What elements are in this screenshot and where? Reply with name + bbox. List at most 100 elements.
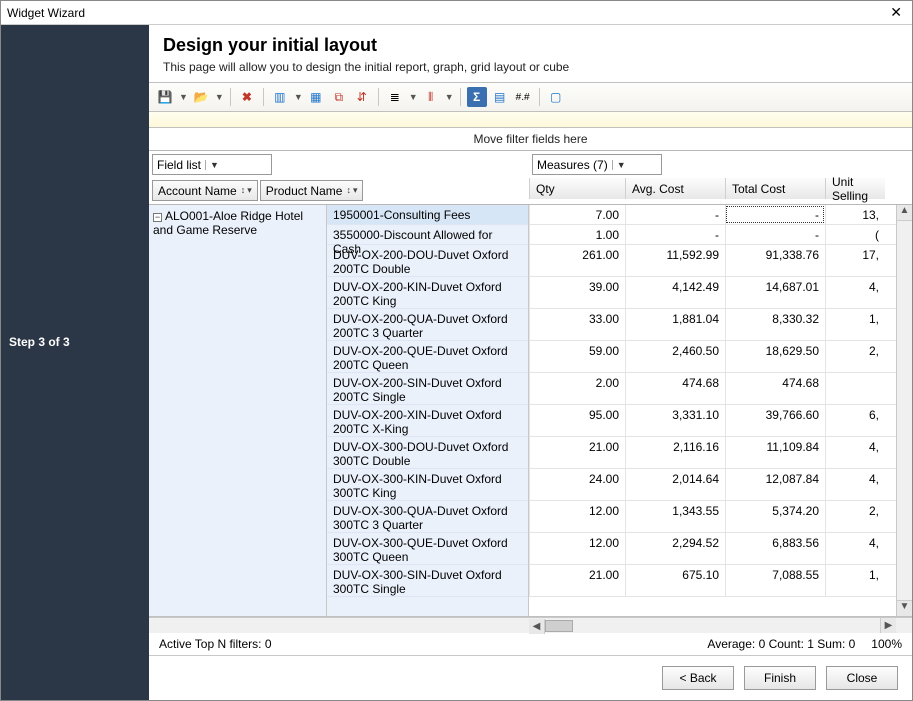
- cell-qty[interactable]: 59.00: [529, 341, 625, 372]
- save-dropdown-icon[interactable]: ▼: [178, 92, 188, 102]
- column-header-total-cost[interactable]: Total Cost: [725, 178, 825, 199]
- scroll-right-icon[interactable]: ▶: [880, 618, 896, 633]
- cell-avg[interactable]: 474.68: [625, 373, 725, 404]
- cell-tot[interactable]: 39,766.60: [725, 405, 825, 436]
- product-cell[interactable]: DUV-OX-300-SIN-Duvet Oxford 300TC Single: [327, 565, 528, 597]
- product-cell[interactable]: 1950001-Consulting Fees: [327, 205, 528, 225]
- grid-icon[interactable]: ▤: [490, 87, 510, 107]
- cell-avg[interactable]: 1,881.04: [625, 309, 725, 340]
- column-header-unit-selling[interactable]: Unit Selling: [825, 178, 885, 199]
- product-cell[interactable]: DUV-OX-300-QUE-Duvet Oxford 300TC Queen: [327, 533, 528, 565]
- cell-sell[interactable]: 4,: [825, 437, 885, 468]
- cell-qty[interactable]: 2.00: [529, 373, 625, 404]
- measures-combo[interactable]: Measures (7) ▼: [532, 154, 662, 175]
- cell-tot[interactable]: 14,687.01: [725, 277, 825, 308]
- layout-a-dropdown-icon[interactable]: ▼: [293, 92, 303, 102]
- decimal-icon[interactable]: #.#: [513, 87, 533, 107]
- back-button[interactable]: < Back: [662, 666, 734, 690]
- scroll-thumb[interactable]: [545, 620, 573, 632]
- cell-tot[interactable]: 5,374.20: [725, 501, 825, 532]
- cell-qty[interactable]: 1.00: [529, 225, 625, 244]
- sort-icon[interactable]: ↕: [346, 185, 351, 196]
- delete-icon[interactable]: ✖: [237, 87, 257, 107]
- cell-qty[interactable]: 21.00: [529, 437, 625, 468]
- column-header-avg-cost[interactable]: Avg. Cost: [625, 178, 725, 199]
- scroll-down-icon[interactable]: ▼: [897, 600, 912, 616]
- scroll-left-icon[interactable]: ◀: [529, 619, 545, 634]
- cell-avg[interactable]: 1,343.55: [625, 501, 725, 532]
- product-cell[interactable]: 3550000-Discount Allowed for Cash: [327, 225, 528, 245]
- sort-icon[interactable]: ↕: [241, 185, 246, 196]
- cell-avg[interactable]: 11,592.99: [625, 245, 725, 276]
- product-cell[interactable]: DUV-OX-200-DOU-Duvet Oxford 200TC Double: [327, 245, 528, 277]
- cell-tot[interactable]: 18,629.50: [725, 341, 825, 372]
- product-cell[interactable]: DUV-OX-200-QUE-Duvet Oxford 200TC Queen: [327, 341, 528, 373]
- product-cell[interactable]: DUV-OX-300-QUA-Duvet Oxford 300TC 3 Quar…: [327, 501, 528, 533]
- row-field-product-name[interactable]: Product Name ↕▾: [260, 180, 364, 201]
- column-header-qty[interactable]: Qty: [529, 178, 625, 199]
- cell-sell[interactable]: 17,: [825, 245, 885, 276]
- split-icon[interactable]: ⇵: [352, 87, 372, 107]
- cell-qty[interactable]: 12.00: [529, 533, 625, 564]
- collapse-icon[interactable]: −: [153, 213, 162, 222]
- link-icon[interactable]: ⧉: [329, 87, 349, 107]
- horizontal-scrollbar[interactable]: ◀ ▶: [149, 617, 912, 633]
- cell-avg[interactable]: 2,460.50: [625, 341, 725, 372]
- cell-qty[interactable]: 12.00: [529, 501, 625, 532]
- layout-b-icon[interactable]: ▦: [306, 87, 326, 107]
- product-cell[interactable]: DUV-OX-200-KIN-Duvet Oxford 200TC King: [327, 277, 528, 309]
- finish-button[interactable]: Finish: [744, 666, 816, 690]
- cell-qty[interactable]: 33.00: [529, 309, 625, 340]
- cell-tot[interactable]: -: [725, 205, 825, 224]
- cell-sell[interactable]: 13,: [825, 205, 885, 224]
- bars-dropdown-icon[interactable]: ▼: [444, 92, 454, 102]
- cell-avg[interactable]: 2,014.64: [625, 469, 725, 500]
- field-list-combo[interactable]: Field list ▼: [152, 154, 272, 175]
- open-icon[interactable]: 📂: [191, 87, 211, 107]
- info-icon[interactable]: ▢: [546, 87, 566, 107]
- close-button[interactable]: Close: [826, 666, 898, 690]
- product-cell[interactable]: DUV-OX-200-XIN-Duvet Oxford 200TC X-King: [327, 405, 528, 437]
- account-cell[interactable]: −ALO001-Aloe Ridge Hotel and Game Reserv…: [149, 205, 327, 616]
- cell-sell[interactable]: 2,: [825, 341, 885, 372]
- cell-avg[interactable]: 2,294.52: [625, 533, 725, 564]
- close-icon[interactable]: ✕: [886, 4, 906, 21]
- save-icon[interactable]: 💾: [155, 87, 175, 107]
- cell-sell[interactable]: 1,: [825, 565, 885, 596]
- cell-sell[interactable]: 4,: [825, 469, 885, 500]
- filter-drop-zone[interactable]: Move filter fields here: [149, 128, 912, 151]
- sigma-icon[interactable]: Σ: [467, 87, 487, 107]
- cell-sell[interactable]: 4,: [825, 533, 885, 564]
- cell-sell[interactable]: (: [825, 225, 885, 244]
- scroll-up-icon[interactable]: ▲: [897, 205, 912, 221]
- cell-avg[interactable]: 4,142.49: [625, 277, 725, 308]
- product-cell[interactable]: DUV-OX-300-KIN-Duvet Oxford 300TC King: [327, 469, 528, 501]
- cell-qty[interactable]: 7.00: [529, 205, 625, 224]
- open-dropdown-icon[interactable]: ▼: [214, 92, 224, 102]
- list-dropdown-icon[interactable]: ▼: [408, 92, 418, 102]
- cell-qty[interactable]: 24.00: [529, 469, 625, 500]
- bars-icon[interactable]: ⦀: [421, 87, 441, 107]
- product-cell[interactable]: DUV-OX-200-QUA-Duvet Oxford 200TC 3 Quar…: [327, 309, 528, 341]
- cell-qty[interactable]: 21.00: [529, 565, 625, 596]
- cell-sell[interactable]: [825, 373, 885, 404]
- cell-avg[interactable]: 675.10: [625, 565, 725, 596]
- cell-qty[interactable]: 39.00: [529, 277, 625, 308]
- cell-avg[interactable]: 2,116.16: [625, 437, 725, 468]
- filter-icon[interactable]: ▾: [353, 185, 358, 196]
- cell-tot[interactable]: 8,330.32: [725, 309, 825, 340]
- product-cell[interactable]: DUV-OX-300-DOU-Duvet Oxford 300TC Double: [327, 437, 528, 469]
- cell-tot[interactable]: 7,088.55: [725, 565, 825, 596]
- cell-tot[interactable]: 12,087.84: [725, 469, 825, 500]
- cell-tot[interactable]: 91,338.76: [725, 245, 825, 276]
- filter-icon[interactable]: ▾: [247, 185, 252, 196]
- list-icon[interactable]: ≣: [385, 87, 405, 107]
- cell-avg[interactable]: -: [625, 205, 725, 224]
- product-cell[interactable]: DUV-OX-200-SIN-Duvet Oxford 200TC Single: [327, 373, 528, 405]
- cell-qty[interactable]: 95.00: [529, 405, 625, 436]
- cell-tot[interactable]: 474.68: [725, 373, 825, 404]
- cell-tot[interactable]: -: [725, 225, 825, 244]
- cell-sell[interactable]: 2,: [825, 501, 885, 532]
- cell-qty[interactable]: 261.00: [529, 245, 625, 276]
- layout-a-icon[interactable]: ▥: [270, 87, 290, 107]
